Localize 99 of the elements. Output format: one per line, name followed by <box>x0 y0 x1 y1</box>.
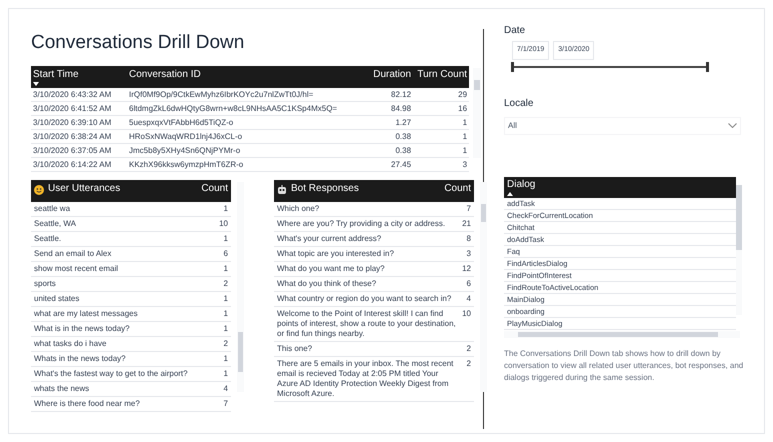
table-cell-text: show most recent email <box>34 264 120 274</box>
scrollbar[interactable] <box>736 184 742 314</box>
table-cell-text: seattle wa <box>34 204 72 214</box>
table-cell-text: what tasks do i have <box>34 339 108 349</box>
smiley-icon <box>34 185 44 195</box>
table-cell-text: Where is there food near me? <box>34 399 141 409</box>
table-cell-text: What's the fastest way to get to the airport? <box>34 369 189 379</box>
table-cell-text: sports <box>34 279 57 289</box>
scrollbar[interactable] <box>473 68 481 158</box>
robot-icon <box>277 185 287 195</box>
table-cell-text: 1 <box>462 130 468 142</box>
table-cell-text: What country or region do you want to search in? <box>277 294 452 304</box>
table-cell: 10 <box>462 309 471 319</box>
table-cell-text: There are 5 emails in your inbox. The most recent email is recieved Today at 2:05 PM titled Your Azure AD Identity Protection Weekly Digest from Microsoft Azure. <box>277 359 454 399</box>
table-cell: Welcome to the Point of Interest skill! I can find points of interest, show a route to your destination, or find fun things nearby. <box>277 309 456 339</box>
table-cell-text: 3 <box>462 158 468 170</box>
table-cell-text: 0.38 <box>394 144 412 156</box>
column-header[interactable]: Count <box>444 184 471 194</box>
table-cell-text: Jmc5b8y5XHy4Sn6QNjPYMr-o <box>129 144 242 156</box>
table-cell-text: 3/10/2020 6:14:22 AM <box>33 158 112 170</box>
table-cell-text: 29 <box>457 88 468 100</box>
page-title: Conversations Drill Down <box>31 33 246 52</box>
scrollbar[interactable] <box>480 182 487 392</box>
table-cell-text: Which one? <box>277 204 320 214</box>
table-cell: 10 <box>219 219 228 229</box>
table-cell-text: what are my latest messages <box>34 309 139 319</box>
table-cell-text: 16 <box>457 102 468 114</box>
table-cell-text: 82.12 <box>390 88 412 100</box>
table-cell-text: This one? <box>277 344 314 354</box>
chevron-down-icon <box>728 123 737 128</box>
table-cell: 1 <box>224 264 228 274</box>
table-cell-text: Whats in the news today? <box>34 354 127 364</box>
slider-handle[interactable] <box>511 62 514 72</box>
table-cell-text: 5uespxqxVtFAbbH6d5TiQZ-o <box>129 116 234 128</box>
table-cell-text: 1 <box>462 144 468 156</box>
table-cell: 4 <box>224 384 228 394</box>
table-cell: 8 <box>466 234 471 244</box>
table-cell: 2 <box>224 339 228 349</box>
slider-handle[interactable] <box>706 62 709 72</box>
filter-label: Locale <box>504 96 534 110</box>
table-cell: 2 <box>466 359 471 369</box>
table-cell-text: IrQf0Mf9Op/9CtkEwMyhz6IbrKOYc2u7nlZwTt0J/hl= <box>129 88 314 100</box>
table-cell-text: 1 <box>462 116 468 128</box>
table-cell: 1 <box>224 369 228 379</box>
horizontal-scrollbar[interactable] <box>504 330 740 338</box>
table-cell-text: What is in the news today? <box>34 324 131 334</box>
table-cell: 21 <box>462 219 471 229</box>
table-cell: 6 <box>224 249 228 259</box>
dropdown-value: All <box>508 120 517 132</box>
table-cell: 3 <box>466 249 471 259</box>
table-cell: 1 <box>224 234 228 244</box>
table-header[interactable]: Dialog <box>504 176 736 198</box>
table-cell: 1 <box>224 204 228 214</box>
table-cell-text: whats the news <box>34 384 90 394</box>
column-header[interactable]: Bot Responses <box>291 184 359 194</box>
table-cell-text: What's your current address? <box>277 234 382 244</box>
scrollbar[interactable] <box>237 182 244 392</box>
table-cell: 6 <box>466 279 471 289</box>
table-cell: 7 <box>466 204 471 214</box>
table-cell-text: united states <box>34 294 80 304</box>
table-cell: 2 <box>224 279 228 289</box>
table-cell-text: 3/10/2020 6:43:32 AM <box>33 88 112 100</box>
table-cell: 1 <box>224 309 228 319</box>
table-cell: 1 <box>224 354 228 364</box>
table-cell-text: What do you think of these? <box>277 279 378 289</box>
table-cell-text: 3/10/2020 6:37:05 AM <box>33 144 112 156</box>
table-cell-text: Send an email to Alex <box>34 249 112 259</box>
column-header[interactable]: Duration <box>361 70 412 80</box>
table-cell-text: 3/10/2020 6:38:24 AM <box>33 130 112 142</box>
column-header[interactable]: User Utterances <box>48 184 120 194</box>
table-cell-text: 0.38 <box>394 130 412 142</box>
table-cell: 1 <box>224 294 228 304</box>
table-cell-text: HRoSxNWaqWRD1lnj4J6xCL-o <box>129 130 244 142</box>
table-cell-text: 27.45 <box>390 158 412 170</box>
column-header[interactable]: Count <box>201 184 228 194</box>
locale-dropdown[interactable]: All <box>504 116 741 134</box>
table-cell-text: 6ltdmgZkL6dwHQtyG8wrn+w8cL9NHsAA5C1KSp4Mx5Q= <box>129 102 338 114</box>
table-cell: 7 <box>224 399 228 409</box>
table-cell-text: Seattle, WA <box>34 219 77 229</box>
column-header[interactable]: Conversation ID <box>129 70 362 80</box>
sort-up-icon <box>507 192 513 196</box>
table-cell-text: What topic are you interested in? <box>277 249 395 259</box>
table-cell: 2 <box>466 344 471 354</box>
description-text: The Conversations Drill Down tab shows how to drill down by conversation to view all related user utterances, bot responses, and dialogs triggered during the same session. <box>504 348 744 384</box>
table-cell-text: Seattle. <box>34 234 62 244</box>
table-cell-text: KKzhX96kksw6ymzpHmT6ZR-o <box>129 158 244 170</box>
table-cell-text: Where are you? Try providing a city or address. <box>277 219 446 229</box>
sort-down-icon <box>33 82 39 86</box>
table-cell-text: 3/10/2020 6:39:10 AM <box>33 116 112 128</box>
table-cell: 12 <box>462 264 471 274</box>
table-cell-text: 84.98 <box>390 102 412 114</box>
table-cell: 4 <box>466 294 471 304</box>
filter-label: Date <box>504 24 526 38</box>
column-header[interactable]: Turn Count <box>411 70 468 80</box>
table-cell-text: 1.27 <box>394 116 412 128</box>
column-header[interactable]: Start Time <box>33 70 129 86</box>
table-cell: 1 <box>224 324 228 334</box>
table-cell-text: 3/10/2020 6:41:52 AM <box>33 102 112 114</box>
table-cell-text: What do you want me to play? <box>277 264 386 274</box>
